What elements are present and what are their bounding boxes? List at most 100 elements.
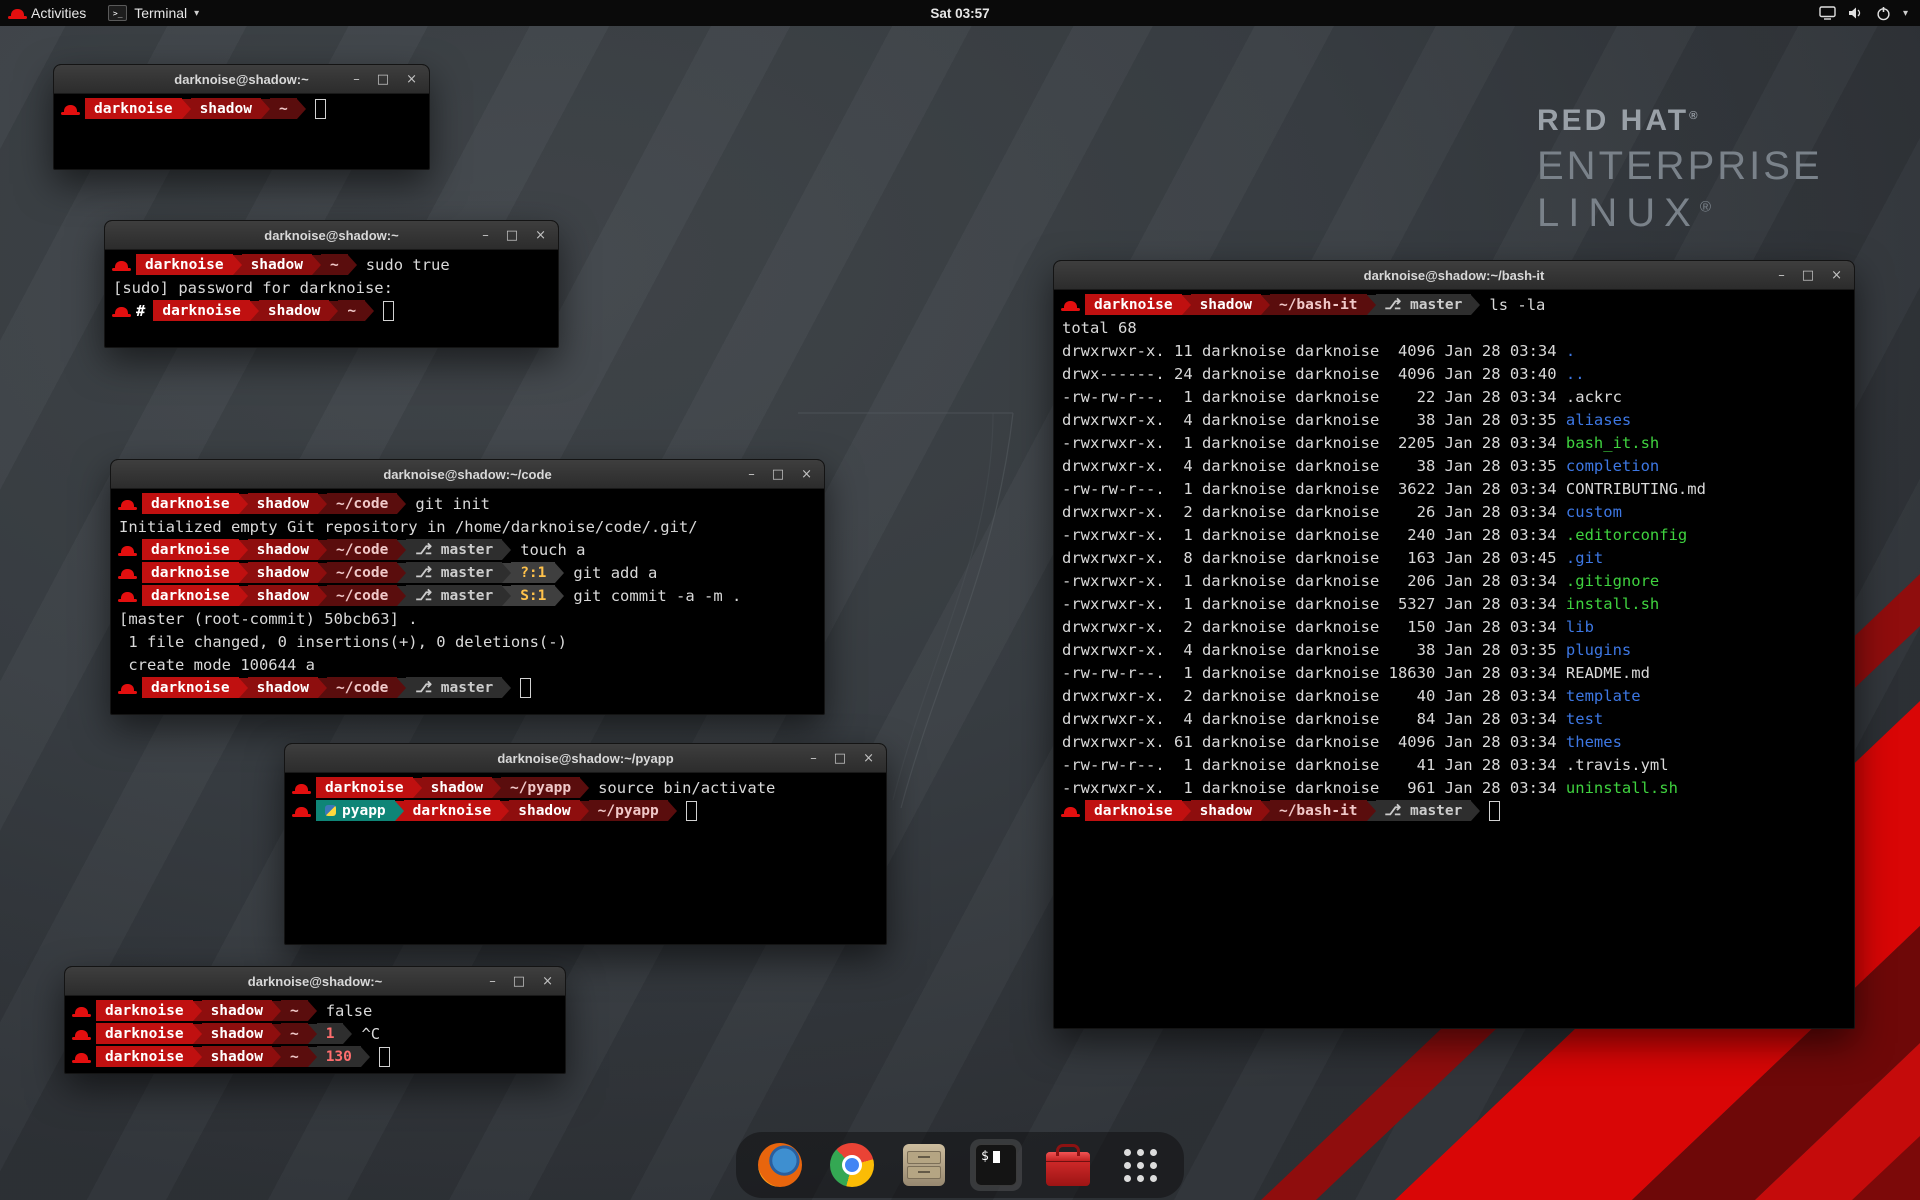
- window-titlebar[interactable]: darknoise@shadow:~/pyapp – □ ×: [285, 744, 886, 773]
- output-text: total 68: [1062, 319, 1137, 337]
- terminal-line: darknoiseshadow~/code⎇ masterS:1git comm…: [119, 584, 816, 607]
- window-maximize-button[interactable]: □: [513, 975, 525, 988]
- prompt-segment: ~/pyapp: [589, 800, 668, 821]
- window-titlebar[interactable]: darknoise@shadow:~ – □ ×: [105, 221, 558, 250]
- chrome-icon[interactable]: [826, 1139, 878, 1191]
- terminal-line: darknoiseshadow~1^C: [73, 1022, 557, 1045]
- window-close-button[interactable]: ×: [406, 73, 417, 86]
- redhat-icon: [11, 9, 24, 17]
- window-minimize-button[interactable]: –: [810, 752, 817, 765]
- prompt-segment: ~/code: [327, 493, 397, 514]
- powerline-arrow-icon: [318, 540, 327, 560]
- command-text: git commit -a -m .: [573, 587, 741, 605]
- terminal-body[interactable]: darknoiseshadow~/codegit initInitialized…: [111, 489, 824, 702]
- file-meta: -rwxrwxr-x. 1 darknoise darknoise 961 Ja…: [1062, 779, 1566, 797]
- prompt-segment: shadow: [509, 800, 579, 821]
- text-cursor: [686, 801, 697, 821]
- window-title: darknoise@shadow:~/pyapp: [497, 751, 673, 766]
- terminal-body[interactable]: darknoiseshadow~/bash-it⎇ masterls -lato…: [1054, 290, 1854, 825]
- window-maximize-button[interactable]: □: [772, 468, 784, 481]
- prompt-segment: ~/bash-it: [1270, 800, 1367, 821]
- powerline-arrow-icon: [1471, 801, 1480, 821]
- window-controls: – □ ×: [482, 221, 546, 249]
- window-maximize-button[interactable]: □: [506, 229, 518, 242]
- terminal-app-icon: >_: [108, 5, 127, 21]
- powerline-arrow-icon: [272, 1047, 281, 1067]
- firefox-icon[interactable]: [754, 1139, 806, 1191]
- terminal-body[interactable]: darknoise shadow ~/pyapp source bin/activat…: [285, 773, 886, 825]
- terminal-line: darknoiseshadow~/codegit init: [119, 492, 816, 515]
- window-close-button[interactable]: ×: [535, 229, 546, 242]
- window-titlebar[interactable]: darknoise@shadow:~–□×: [54, 65, 429, 94]
- file-meta: -rwxrwxr-x. 1 darknoise darknoise 5327 J…: [1062, 595, 1566, 613]
- terminal-line: darknoiseshadow~false: [73, 999, 557, 1022]
- terminal-line: drwxrwxr-x. 4 darknoise darknoise 38 Jan…: [1062, 408, 1846, 431]
- output-text: [sudo] password for darknoise:: [113, 279, 393, 297]
- powerline-arrow-icon: [308, 1024, 317, 1044]
- window-maximize-button[interactable]: □: [1802, 269, 1814, 282]
- prompt-segment: darknoise: [85, 98, 182, 119]
- window-titlebar[interactable]: darknoise@shadow:~/code–□×: [111, 460, 824, 489]
- prompt-segment: ⎇ master: [406, 585, 502, 606]
- window-title: darknoise@shadow:~: [264, 228, 398, 243]
- window-close-button[interactable]: ×: [1831, 269, 1842, 282]
- system-tray[interactable]: ▾: [1807, 0, 1920, 26]
- terminal-body[interactable]: darknoiseshadow~falsedarknoiseshadow~1^C…: [65, 996, 565, 1071]
- app-menu[interactable]: >_ Terminal ▾: [97, 0, 210, 26]
- redhat-prompt-icon: [115, 261, 128, 269]
- window-close-button[interactable]: ×: [542, 975, 553, 988]
- window-minimize-button[interactable]: –: [482, 229, 489, 242]
- toolbox-icon[interactable]: [1042, 1139, 1094, 1191]
- terminal-icon[interactable]: $: [970, 1139, 1022, 1191]
- clock[interactable]: Sat 03:57: [930, 6, 989, 21]
- file-name: .editorconfig: [1566, 526, 1687, 544]
- terminal-line: #darknoiseshadow~: [113, 299, 550, 322]
- toolbox-glyph: [1046, 1152, 1090, 1186]
- redhat-prompt-icon: [75, 1030, 88, 1038]
- activities-button[interactable]: Activities: [0, 0, 97, 26]
- window-minimize-button[interactable]: –: [353, 73, 360, 86]
- redhat-prompt-icon: [75, 1053, 88, 1061]
- window-minimize-button[interactable]: –: [748, 468, 755, 481]
- window-close-button[interactable]: ×: [863, 752, 874, 765]
- prompt-segment: darknoise: [316, 777, 413, 798]
- window-minimize-button[interactable]: –: [1778, 269, 1785, 282]
- show-apps-icon[interactable]: [1114, 1139, 1166, 1191]
- powerline-arrow-icon: [1471, 295, 1480, 315]
- command-text: source bin/activate: [598, 779, 775, 797]
- prompt-segment: ~: [321, 254, 348, 275]
- file-meta: drwxrwxr-x. 2 darknoise darknoise 26 Jan…: [1062, 503, 1566, 521]
- window-minimize-button[interactable]: –: [489, 975, 496, 988]
- file-name: uninstall.sh: [1566, 779, 1678, 797]
- terminal-line: drwxrwxr-x. 4 darknoise darknoise 84 Jan…: [1062, 707, 1846, 730]
- file-meta: drwxrwxr-x. 4 darknoise darknoise 38 Jan…: [1062, 641, 1566, 659]
- chevron-down-icon: ▾: [194, 8, 199, 19]
- volume-icon: [1848, 6, 1864, 20]
- files-icon[interactable]: [898, 1139, 950, 1191]
- redhat-prompt-icon: [121, 569, 134, 577]
- prompt-segment: ~/code: [327, 539, 397, 560]
- powerline-arrow-icon: [1261, 801, 1270, 821]
- window-maximize-button[interactable]: □: [834, 752, 846, 765]
- powerline-arrow-icon: [193, 1001, 202, 1021]
- terminal-line: pyappdarknoiseshadow~/pyapp: [293, 799, 878, 822]
- window-titlebar[interactable]: darknoise@shadow:~/bash-it–□×: [1054, 261, 1854, 290]
- terminal-body[interactable]: darknoiseshadow~: [54, 94, 429, 123]
- redhat-prompt-icon: [295, 784, 308, 792]
- powerline-arrow-icon: [397, 678, 406, 698]
- text-cursor: [315, 99, 326, 119]
- terminal-body[interactable]: darknoiseshadow~sudo true[sudo] password…: [105, 250, 558, 325]
- files-glyph: [903, 1144, 945, 1186]
- prompt-segment: darknoise: [96, 1046, 193, 1067]
- file-meta: drwxrwxr-x. 2 darknoise darknoise 40 Jan…: [1062, 687, 1566, 705]
- window-close-button[interactable]: ×: [801, 468, 812, 481]
- window-maximize-button[interactable]: □: [377, 73, 389, 86]
- powerline-arrow-icon: [239, 563, 248, 583]
- activities-label: Activities: [31, 5, 86, 21]
- top-bar: Activities >_ Terminal ▾ Sat 03:57 ▾: [0, 0, 1920, 26]
- prompt-segment: ⎇ master: [406, 677, 502, 698]
- redhat-prompt-icon: [1064, 807, 1077, 815]
- terminal-line: drwxrwxr-x. 4 darknoise darknoise 38 Jan…: [1062, 638, 1846, 661]
- window-titlebar[interactable]: darknoise@shadow:~–□×: [65, 967, 565, 996]
- file-name: bash_it.sh: [1566, 434, 1659, 452]
